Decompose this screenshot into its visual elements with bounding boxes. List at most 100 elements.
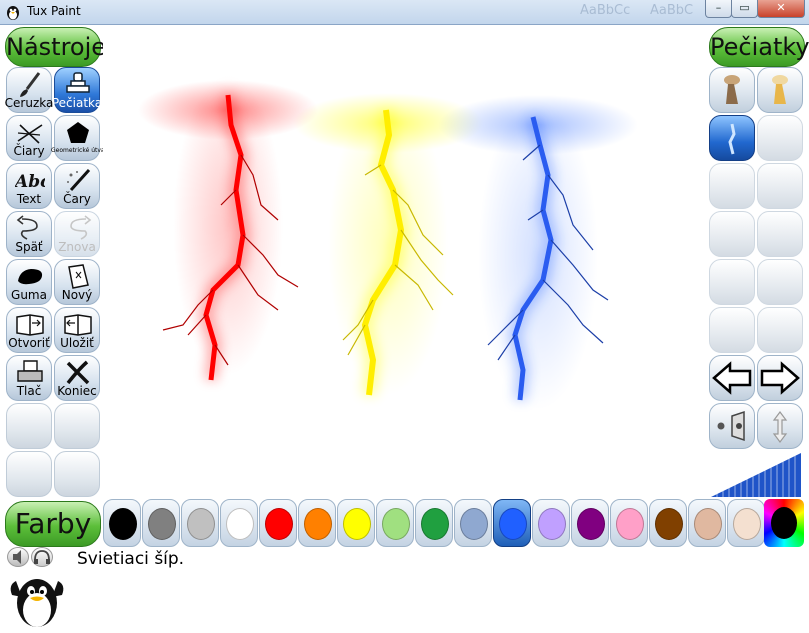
stamp-figure-gold[interactable] bbox=[757, 67, 803, 113]
tool-shapes[interactable]: Geometrické útvary bbox=[51, 115, 111, 161]
text-abc-icon: Abc bbox=[15, 172, 45, 192]
quit-x-icon bbox=[66, 360, 90, 385]
rainbow-picker-icon bbox=[771, 507, 797, 539]
tool-label: Uložiť bbox=[60, 336, 94, 350]
color-swatch-dot bbox=[265, 508, 293, 540]
tool-print[interactable]: Tlač bbox=[6, 355, 52, 401]
stamp-slot-empty bbox=[709, 307, 755, 353]
color-swatch[interactable] bbox=[298, 499, 336, 547]
stamp-prev-button[interactable] bbox=[709, 355, 755, 401]
tool-redo[interactable]: Znova bbox=[54, 211, 100, 257]
color-swatch[interactable] bbox=[181, 499, 219, 547]
color-swatch-dot bbox=[694, 508, 722, 540]
tool-label: Otvoriť bbox=[8, 336, 50, 350]
stamp-next-button[interactable] bbox=[757, 355, 803, 401]
color-swatch[interactable] bbox=[259, 499, 297, 547]
magic-wand-icon bbox=[67, 168, 91, 192]
color-swatch-dot bbox=[148, 508, 176, 540]
tool-lines[interactable]: Čiary bbox=[6, 115, 52, 161]
color-swatch-dot bbox=[343, 508, 371, 540]
color-swatch[interactable] bbox=[376, 499, 414, 547]
tool-label: Znova bbox=[58, 240, 96, 254]
color-swatch[interactable] bbox=[532, 499, 570, 547]
red-lightning-bolt bbox=[138, 75, 318, 381]
stamp-slot-empty bbox=[757, 115, 803, 161]
tux-app-icon bbox=[7, 6, 19, 20]
tool-undo[interactable]: Späť bbox=[6, 211, 52, 257]
color-swatch-dot bbox=[421, 508, 449, 540]
color-picker-button[interactable] bbox=[764, 499, 804, 547]
svg-text:Abc: Abc bbox=[15, 172, 45, 192]
tool-label: Guma bbox=[11, 288, 47, 302]
color-swatch[interactable] bbox=[337, 499, 375, 547]
stamp-sound-icon bbox=[717, 410, 745, 442]
color-swatch-dot bbox=[538, 508, 566, 540]
color-swatch-dot bbox=[733, 508, 761, 540]
color-swatch[interactable] bbox=[415, 499, 453, 547]
stamp-slot-empty bbox=[757, 259, 803, 305]
tool-label: Čary bbox=[63, 192, 91, 206]
tool-paint[interactable]: Ceruzka bbox=[4, 67, 54, 113]
undo-icon bbox=[16, 215, 38, 240]
tool-stamp[interactable]: Pečiatka bbox=[52, 67, 102, 113]
colors-heading: Farby bbox=[5, 501, 101, 547]
color-swatch-dot bbox=[616, 508, 644, 540]
minimize-button[interactable]: – bbox=[705, 0, 732, 18]
tool-quit[interactable]: Koniec bbox=[54, 355, 100, 401]
tool-eraser[interactable]: Guma bbox=[6, 259, 52, 305]
save-book-icon bbox=[64, 314, 92, 336]
stamp-sound-button[interactable] bbox=[709, 403, 755, 449]
color-swatch[interactable] bbox=[649, 499, 687, 547]
drawing-canvas[interactable] bbox=[103, 25, 707, 498]
tool-text[interactable]: Abc Text bbox=[6, 163, 52, 209]
color-swatch-dot bbox=[499, 508, 527, 540]
speaker-icon bbox=[13, 550, 21, 564]
color-swatch[interactable] bbox=[610, 499, 648, 547]
stamp-size-slider[interactable] bbox=[709, 451, 803, 497]
stamp-slot-empty bbox=[709, 163, 755, 209]
maximize-button[interactable]: ▭ bbox=[731, 0, 758, 18]
color-swatch[interactable] bbox=[727, 499, 765, 547]
background-tab-text: AaBbCc bbox=[580, 3, 631, 18]
blue-lightning-bolt bbox=[438, 95, 638, 410]
headphones-button[interactable] bbox=[31, 547, 53, 567]
color-swatch-dot bbox=[655, 508, 683, 540]
tool-label: Koniec bbox=[57, 384, 97, 398]
redo-icon bbox=[70, 215, 92, 240]
tool-label: Tlač bbox=[16, 384, 42, 398]
color-swatch-dot bbox=[304, 508, 332, 540]
stamp-slot-empty bbox=[757, 211, 803, 257]
color-swatch-dot bbox=[187, 508, 215, 540]
stamp-slot-empty bbox=[709, 259, 755, 305]
color-swatch-dot bbox=[577, 508, 605, 540]
open-book-icon bbox=[16, 314, 44, 336]
tux-mascot bbox=[6, 573, 68, 629]
tool-new[interactable]: Nový bbox=[54, 259, 100, 305]
speaker-button[interactable] bbox=[7, 547, 29, 567]
color-swatch[interactable] bbox=[493, 499, 531, 547]
window-title: Tux Paint bbox=[27, 4, 81, 18]
color-swatch[interactable] bbox=[103, 499, 141, 547]
color-swatch[interactable] bbox=[142, 499, 180, 547]
tool-label: Text bbox=[16, 192, 42, 206]
color-swatch[interactable] bbox=[220, 499, 258, 547]
tool-slot-empty bbox=[6, 451, 52, 497]
color-swatch[interactable] bbox=[688, 499, 726, 547]
close-button[interactable]: ✕ bbox=[757, 0, 805, 18]
color-swatch-dot bbox=[226, 508, 254, 540]
pentagon-icon bbox=[67, 122, 89, 143]
color-swatch-dot bbox=[460, 508, 488, 540]
tool-label: Ceruzka bbox=[4, 96, 54, 110]
tool-save[interactable]: Uložiť bbox=[54, 307, 100, 353]
color-swatch[interactable] bbox=[454, 499, 492, 547]
stamp-flip-button[interactable] bbox=[757, 403, 803, 449]
stamp-figure-gold-icon bbox=[772, 75, 788, 104]
color-swatch[interactable] bbox=[571, 499, 609, 547]
stamp-slot-empty bbox=[709, 211, 755, 257]
stamp-figure-brown[interactable] bbox=[709, 67, 755, 113]
tool-open[interactable]: Otvoriť bbox=[6, 307, 52, 353]
tool-magic[interactable]: Čary bbox=[54, 163, 100, 209]
tool-label: Späť bbox=[15, 240, 43, 254]
stamp-lightning-selected[interactable] bbox=[709, 115, 755, 161]
tool-label: Čiary bbox=[13, 144, 45, 158]
